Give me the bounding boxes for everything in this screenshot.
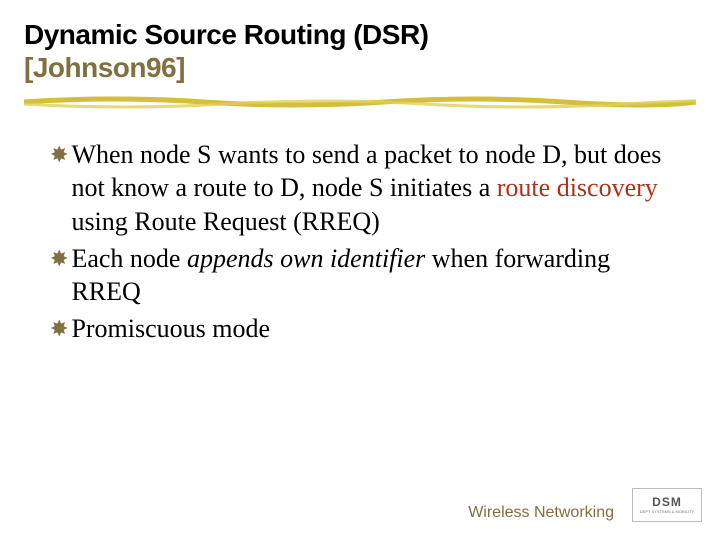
slide-footer: Wireless Networking DSM DEPT SYSTEMS & M… <box>0 488 720 522</box>
bullet-glyph-icon: ✸ <box>50 315 68 343</box>
bullet-item: ✸When node S wants to send a packet to n… <box>50 138 678 238</box>
bullet-list: ✸When node S wants to send a packet to n… <box>24 138 696 346</box>
title-main: Dynamic Source Routing (DSR) <box>24 19 428 50</box>
bullet-item: ✸Promiscuous mode <box>50 312 678 345</box>
logo: DSM DEPT SYSTEMS & MOBILITY <box>632 488 702 522</box>
decorative-rule <box>24 94 696 110</box>
bullet-text: Each node appends own identifier when fo… <box>71 242 678 309</box>
slide-title: Dynamic Source Routing (DSR) [Johnson96] <box>24 18 696 84</box>
bullet-item: ✸Each node appends own identifier when f… <box>50 242 678 309</box>
bullet-glyph-icon: ✸ <box>50 141 68 169</box>
footer-label: Wireless Networking <box>468 504 614 522</box>
logo-abbrev: DSM <box>652 496 682 508</box>
bullet-text: When node S wants to send a packet to no… <box>71 138 678 238</box>
slide: Dynamic Source Routing (DSR) [Johnson96]… <box>0 0 720 540</box>
logo-subtext: DEPT SYSTEMS & MOBILITY <box>640 510 694 514</box>
title-citation: [Johnson96] <box>24 52 185 83</box>
bullet-glyph-icon: ✸ <box>50 245 68 273</box>
bullet-text: Promiscuous mode <box>71 312 678 345</box>
